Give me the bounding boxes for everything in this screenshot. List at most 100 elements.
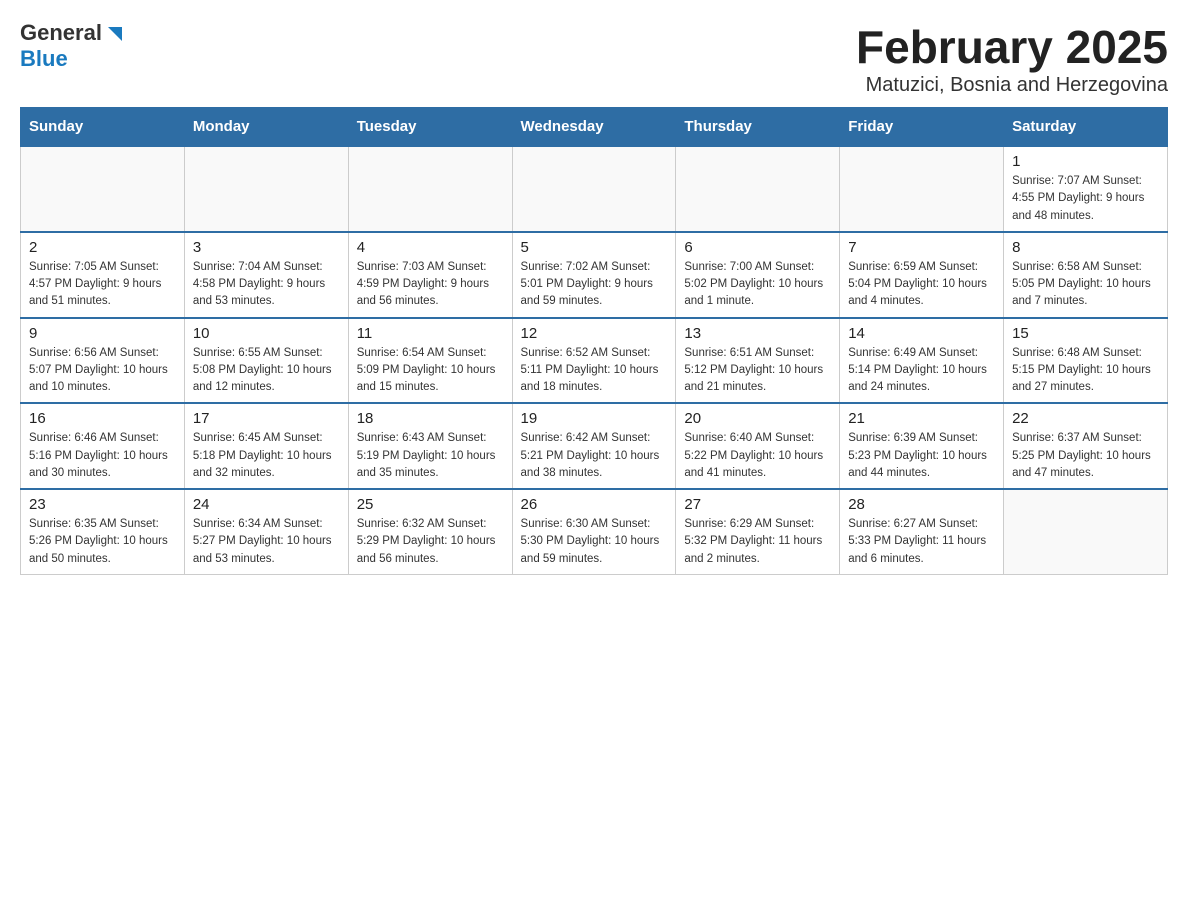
weekday-header: Friday	[840, 108, 1004, 147]
calendar-cell: 16 Sunrise: 6:46 AM Sunset: 5:16 PM Dayli…	[21, 403, 185, 489]
day-number: 5	[521, 239, 668, 256]
calendar-cell: 1 Sunrise: 7:07 AM Sunset: 4:55 PM Daylig…	[1004, 146, 1168, 232]
weekday-header: Saturday	[1004, 108, 1168, 147]
weekday-header: Thursday	[676, 108, 840, 147]
day-info: Sunrise: 6:34 AM Sunset: 5:27 PM Dayligh…	[193, 516, 340, 568]
day-number: 20	[684, 410, 831, 427]
day-number: 13	[684, 325, 831, 342]
day-info: Sunrise: 6:32 AM Sunset: 5:29 PM Dayligh…	[357, 516, 504, 568]
day-info: Sunrise: 6:56 AM Sunset: 5:07 PM Dayligh…	[29, 345, 176, 397]
calendar-week-row: 23Sunrise: 6:35 AM Sunset: 5:26 PM Dayli…	[21, 489, 1168, 574]
day-info: Sunrise: 6:35 AM Sunset: 5:26 PM Dayligh…	[29, 516, 176, 568]
day-info: Sunrise: 6:59 AM Sunset: 5:04 PM Dayligh…	[848, 259, 995, 311]
day-info: Sunrise: 6:46 AM Sunset: 5:16 PM Dayligh…	[29, 430, 176, 482]
calendar-cell	[348, 146, 512, 232]
day-info: Sunrise: 7:00 AM Sunset: 5:02 PM Dayligh…	[684, 259, 831, 311]
calendar-cell: 4 Sunrise: 7:03 AM Sunset: 4:59 PM Daylig…	[348, 232, 512, 318]
day-info: Sunrise: 6:39 AM Sunset: 5:23 PM Dayligh…	[848, 430, 995, 482]
day-info: Sunrise: 6:54 AM Sunset: 5:09 PM Dayligh…	[357, 345, 504, 397]
day-info: Sunrise: 6:45 AM Sunset: 5:18 PM Dayligh…	[193, 430, 340, 482]
day-number: 10	[193, 325, 340, 342]
calendar-cell: 27 Sunrise: 6:29 AM Sunset: 5:32 PM Dayli…	[676, 489, 840, 574]
day-number: 7	[848, 239, 995, 256]
day-info: Sunrise: 6:48 AM Sunset: 5:15 PM Dayligh…	[1012, 345, 1159, 397]
calendar-cell: 17 Sunrise: 6:45 AM Sunset: 5:18 PM Dayli…	[184, 403, 348, 489]
logo-general-text: General	[20, 20, 102, 46]
day-number: 21	[848, 410, 995, 427]
day-info: Sunrise: 6:55 AM Sunset: 5:08 PM Dayligh…	[193, 345, 340, 397]
logo-blue-text: Blue	[20, 46, 68, 71]
weekday-header: Tuesday	[348, 108, 512, 147]
day-number: 9	[29, 325, 176, 342]
calendar-week-row: 2Sunrise: 7:05 AM Sunset: 4:57 PM Daylig…	[21, 232, 1168, 318]
calendar-week-row: 9 Sunrise: 6:56 AM Sunset: 5:07 PM Daylig…	[21, 318, 1168, 404]
weekday-header: Wednesday	[512, 108, 676, 147]
day-number: 12	[521, 325, 668, 342]
calendar-cell	[840, 146, 1004, 232]
logo-triangle-icon	[104, 23, 126, 45]
calendar-cell: 2Sunrise: 7:05 AM Sunset: 4:57 PM Daylig…	[21, 232, 185, 318]
day-info: Sunrise: 7:04 AM Sunset: 4:58 PM Dayligh…	[193, 259, 340, 311]
day-number: 17	[193, 410, 340, 427]
day-info: Sunrise: 6:40 AM Sunset: 5:22 PM Dayligh…	[684, 430, 831, 482]
day-number: 27	[684, 496, 831, 513]
calendar-cell: 22Sunrise: 6:37 AM Sunset: 5:25 PM Dayli…	[1004, 403, 1168, 489]
page-header: General Blue February 2025 Matuzici, Bos…	[20, 20, 1168, 97]
calendar-cell	[1004, 489, 1168, 574]
day-info: Sunrise: 6:27 AM Sunset: 5:33 PM Dayligh…	[848, 516, 995, 568]
day-number: 3	[193, 239, 340, 256]
title-block: February 2025 Matuzici, Bosnia and Herze…	[856, 20, 1168, 97]
day-number: 25	[357, 496, 504, 513]
calendar-header-row: SundayMondayTuesdayWednesdayThursdayFrid…	[21, 108, 1168, 147]
month-title: February 2025	[856, 20, 1168, 74]
calendar-week-row: 16 Sunrise: 6:46 AM Sunset: 5:16 PM Dayli…	[21, 403, 1168, 489]
day-number: 18	[357, 410, 504, 427]
day-info: Sunrise: 6:42 AM Sunset: 5:21 PM Dayligh…	[521, 430, 668, 482]
calendar-cell: 6 Sunrise: 7:00 AM Sunset: 5:02 PM Daylig…	[676, 232, 840, 318]
day-info: Sunrise: 7:05 AM Sunset: 4:57 PM Dayligh…	[29, 259, 176, 311]
day-info: Sunrise: 7:03 AM Sunset: 4:59 PM Dayligh…	[357, 259, 504, 311]
day-info: Sunrise: 6:43 AM Sunset: 5:19 PM Dayligh…	[357, 430, 504, 482]
calendar-cell: 28 Sunrise: 6:27 AM Sunset: 5:33 PM Dayli…	[840, 489, 1004, 574]
day-number: 26	[521, 496, 668, 513]
day-info: Sunrise: 6:29 AM Sunset: 5:32 PM Dayligh…	[684, 516, 831, 568]
day-info: Sunrise: 6:37 AM Sunset: 5:25 PM Dayligh…	[1012, 430, 1159, 482]
day-number: 1	[1012, 153, 1159, 170]
calendar-cell: 5 Sunrise: 7:02 AM Sunset: 5:01 PM Daylig…	[512, 232, 676, 318]
day-number: 24	[193, 496, 340, 513]
calendar-cell: 18 Sunrise: 6:43 AM Sunset: 5:19 PM Dayli…	[348, 403, 512, 489]
day-info: Sunrise: 6:52 AM Sunset: 5:11 PM Dayligh…	[521, 345, 668, 397]
day-number: 8	[1012, 239, 1159, 256]
calendar-cell: 20 Sunrise: 6:40 AM Sunset: 5:22 PM Dayli…	[676, 403, 840, 489]
calendar-cell	[512, 146, 676, 232]
calendar-cell: 26 Sunrise: 6:30 AM Sunset: 5:30 PM Dayli…	[512, 489, 676, 574]
weekday-header: Monday	[184, 108, 348, 147]
calendar-cell: 23Sunrise: 6:35 AM Sunset: 5:26 PM Dayli…	[21, 489, 185, 574]
calendar-cell: 12 Sunrise: 6:52 AM Sunset: 5:11 PM Dayli…	[512, 318, 676, 404]
calendar-cell: 8 Sunrise: 6:58 AM Sunset: 5:05 PM Daylig…	[1004, 232, 1168, 318]
day-number: 19	[521, 410, 668, 427]
day-info: Sunrise: 6:49 AM Sunset: 5:14 PM Dayligh…	[848, 345, 995, 397]
calendar-week-row: 1 Sunrise: 7:07 AM Sunset: 4:55 PM Daylig…	[21, 146, 1168, 232]
calendar-cell: 14Sunrise: 6:49 AM Sunset: 5:14 PM Dayli…	[840, 318, 1004, 404]
calendar-cell: 13Sunrise: 6:51 AM Sunset: 5:12 PM Dayli…	[676, 318, 840, 404]
day-number: 16	[29, 410, 176, 427]
calendar-cell	[184, 146, 348, 232]
calendar-cell: 3 Sunrise: 7:04 AM Sunset: 4:58 PM Daylig…	[184, 232, 348, 318]
day-number: 4	[357, 239, 504, 256]
day-number: 15	[1012, 325, 1159, 342]
day-info: Sunrise: 7:07 AM Sunset: 4:55 PM Dayligh…	[1012, 173, 1159, 225]
calendar-table: SundayMondayTuesdayWednesdayThursdayFrid…	[20, 107, 1168, 575]
day-number: 6	[684, 239, 831, 256]
calendar-cell: 9 Sunrise: 6:56 AM Sunset: 5:07 PM Daylig…	[21, 318, 185, 404]
location-title: Matuzici, Bosnia and Herzegovina	[856, 74, 1168, 97]
calendar-cell: 15 Sunrise: 6:48 AM Sunset: 5:15 PM Dayli…	[1004, 318, 1168, 404]
day-info: Sunrise: 6:58 AM Sunset: 5:05 PM Dayligh…	[1012, 259, 1159, 311]
day-number: 28	[848, 496, 995, 513]
day-info: Sunrise: 6:30 AM Sunset: 5:30 PM Dayligh…	[521, 516, 668, 568]
day-number: 11	[357, 325, 504, 342]
calendar-cell: 24 Sunrise: 6:34 AM Sunset: 5:27 PM Dayli…	[184, 489, 348, 574]
logo: General Blue	[20, 20, 126, 72]
day-info: Sunrise: 7:02 AM Sunset: 5:01 PM Dayligh…	[521, 259, 668, 311]
calendar-cell: 21 Sunrise: 6:39 AM Sunset: 5:23 PM Dayli…	[840, 403, 1004, 489]
